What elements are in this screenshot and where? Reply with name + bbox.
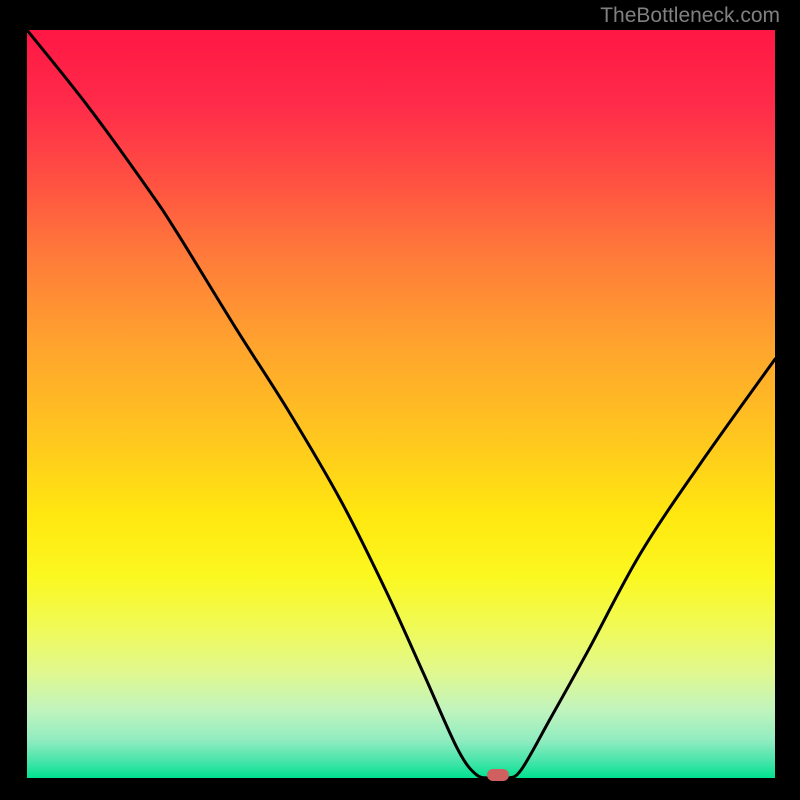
watermark-text: TheBottleneck.com [600, 4, 780, 28]
chart-container: TheBottleneck.com [0, 0, 800, 800]
optimal-marker [487, 769, 509, 781]
plot-area [27, 30, 775, 778]
curve-svg [27, 30, 775, 778]
bottleneck-curve [27, 30, 775, 778]
